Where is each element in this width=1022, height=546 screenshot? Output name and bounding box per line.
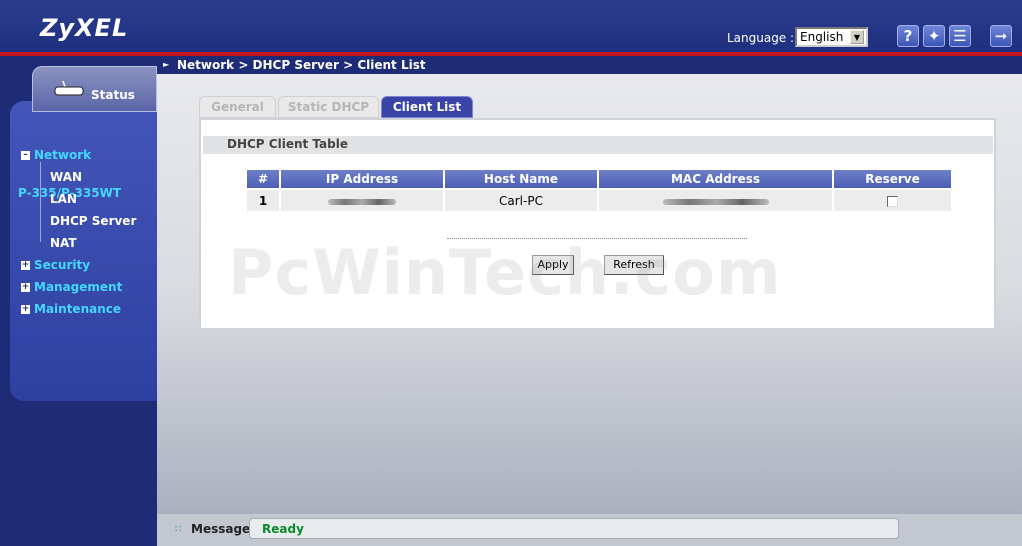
arrow-icon: ► bbox=[163, 60, 170, 69]
sidebar-item-management[interactable]: Management bbox=[34, 280, 122, 294]
sidebar-item-network[interactable]: Network bbox=[34, 148, 91, 162]
column-header: Reserve bbox=[832, 168, 953, 190]
host-name-cell: Carl-PC bbox=[443, 188, 599, 213]
message-bar: ∷ Message Ready bbox=[157, 514, 1022, 546]
ip-address-cell bbox=[279, 188, 445, 213]
language-value: English bbox=[800, 30, 844, 44]
reserve-checkbox[interactable] bbox=[887, 195, 898, 207]
tree-connector bbox=[40, 162, 41, 242]
column-header: MAC Address bbox=[597, 168, 834, 190]
language-label: Language : bbox=[727, 31, 795, 45]
dhcp-client-table: # IP Address Host Name MAC Address Reser… bbox=[245, 168, 953, 213]
sidebar: Status P-335/P-335WT – Network WAN LAN D… bbox=[0, 56, 157, 546]
logout-icon[interactable]: ➞ bbox=[990, 25, 1012, 47]
sidebar-item-dhcp-server[interactable]: DHCP Server bbox=[50, 214, 136, 228]
wizard-icon[interactable]: ✦ bbox=[923, 25, 945, 47]
column-header: IP Address bbox=[279, 168, 445, 190]
help-icon[interactable]: ? bbox=[897, 25, 919, 47]
redacted-mac bbox=[662, 198, 769, 205]
message-label: Message bbox=[191, 522, 251, 536]
sidebar-item-wan[interactable]: WAN bbox=[50, 170, 82, 184]
status-label: Status bbox=[91, 88, 135, 102]
redacted-ip bbox=[328, 198, 396, 205]
expand-icon[interactable]: + bbox=[21, 283, 30, 292]
collapse-icon[interactable]: – bbox=[21, 151, 30, 160]
breadcrumb: Network > DHCP Server > Client List bbox=[177, 58, 426, 72]
breadcrumb-bar: ► Network > DHCP Server > Client List bbox=[157, 56, 1022, 74]
zyxel-logo: ZyXEL bbox=[40, 14, 129, 42]
message-box: Ready bbox=[249, 518, 899, 539]
status-tab[interactable]: Status bbox=[32, 66, 157, 112]
column-header: Host Name bbox=[443, 168, 599, 190]
sidebar-item-security[interactable]: Security bbox=[34, 258, 90, 272]
message-text: Ready bbox=[262, 522, 304, 536]
router-icon bbox=[54, 81, 84, 96]
table-header-row: # IP Address Host Name MAC Address Reser… bbox=[245, 168, 953, 190]
sidebar-item-maintenance[interactable]: Maintenance bbox=[34, 302, 121, 316]
mac-address-cell bbox=[597, 188, 834, 213]
language-select[interactable]: English ▼ bbox=[795, 27, 868, 47]
message-icon: ∷ bbox=[175, 524, 182, 535]
tab-client-list[interactable]: Client List bbox=[381, 96, 473, 118]
reserve-cell bbox=[832, 188, 953, 213]
about-icon[interactable]: ☰ bbox=[949, 25, 971, 47]
section-header: DHCP Client Table bbox=[203, 136, 993, 154]
row-index: 1 bbox=[245, 188, 281, 213]
expand-icon[interactable]: + bbox=[21, 305, 30, 314]
dropdown-arrow-icon: ▼ bbox=[850, 30, 864, 44]
sidebar-panel bbox=[10, 101, 157, 401]
column-header: # bbox=[245, 168, 281, 190]
tab-general[interactable]: General bbox=[199, 96, 276, 118]
header: ZyXEL Language : English ▼ ? ✦ ☰ ➞ bbox=[0, 0, 1022, 52]
section-title: DHCP Client Table bbox=[227, 137, 348, 151]
tab-static-dhcp[interactable]: Static DHCP bbox=[278, 96, 379, 118]
watermark: PcWinTech.com bbox=[228, 236, 782, 309]
sidebar-item-nat[interactable]: NAT bbox=[50, 236, 77, 250]
expand-icon[interactable]: + bbox=[21, 261, 30, 270]
table-row: 1 Carl-PC bbox=[245, 188, 953, 213]
sidebar-item-lan[interactable]: LAN bbox=[50, 192, 77, 206]
